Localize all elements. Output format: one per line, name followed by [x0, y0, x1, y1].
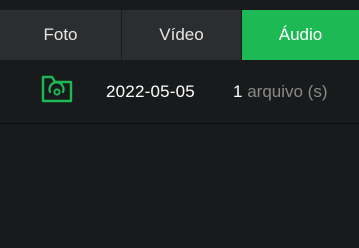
audio-folder-icon: [41, 75, 73, 103]
folder-row[interactable]: 2022-05-05 1 arquivo (s): [0, 60, 359, 124]
tab-video[interactable]: Vídeo: [122, 10, 242, 60]
media-browser: Foto Vídeo Áudio 2022-05-05 1 arquivo (s…: [0, 0, 359, 248]
tab-video-label: Vídeo: [159, 25, 204, 44]
file-count: 1 arquivo (s): [233, 60, 328, 124]
file-count-unit: arquivo (s): [247, 82, 328, 101]
file-count-number: 1: [233, 82, 243, 101]
tab-audio-label: Áudio: [278, 25, 323, 44]
media-type-tabs: Foto Vídeo Áudio: [0, 10, 359, 60]
tab-photo-label: Foto: [43, 25, 78, 44]
folder-date: 2022-05-05: [106, 82, 195, 101]
tab-photo[interactable]: Foto: [0, 10, 122, 60]
tab-audio[interactable]: Áudio: [242, 10, 359, 60]
